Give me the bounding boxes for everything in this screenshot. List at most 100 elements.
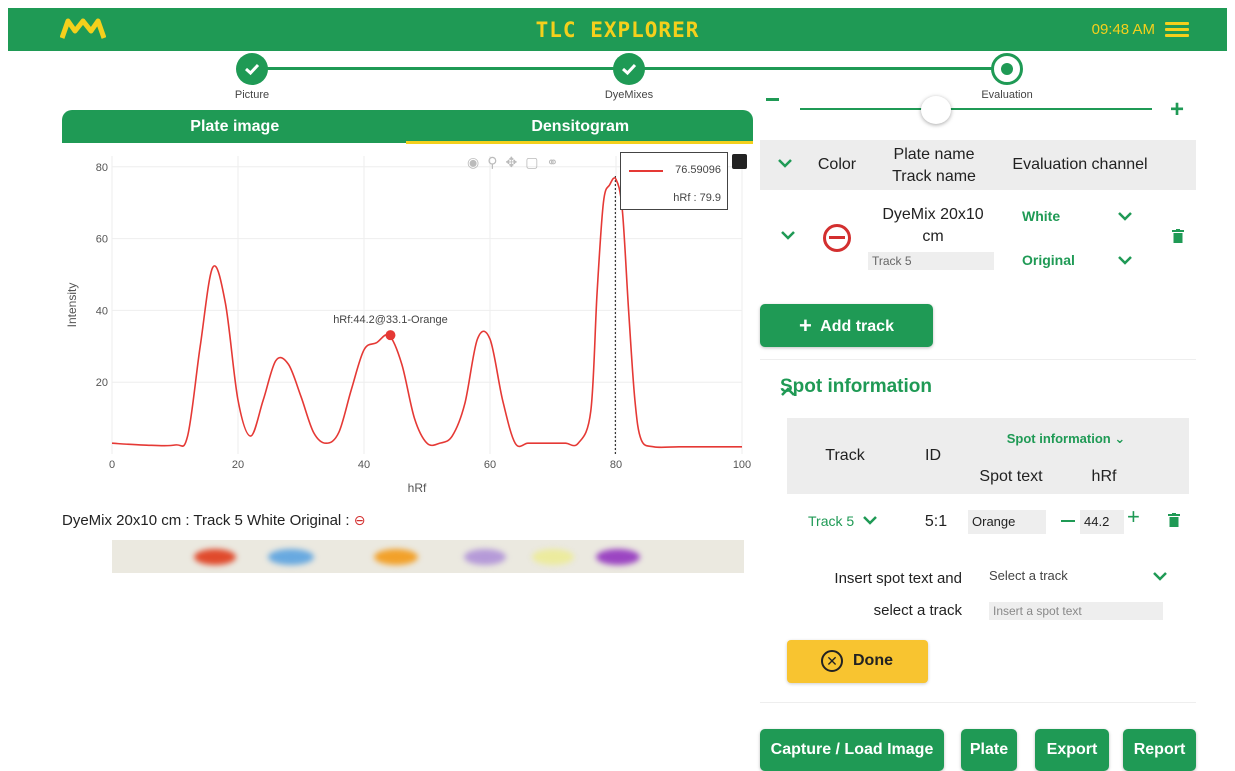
step-picture-check-icon[interactable] [236, 53, 268, 85]
trash-icon[interactable] [1172, 229, 1184, 243]
slider-plus-icon[interactable]: + [1170, 98, 1184, 122]
spot-information-select[interactable]: Spot information ⌄ [991, 429, 1141, 449]
plate-spot [374, 549, 418, 565]
add-track-button[interactable]: + Add track [760, 304, 933, 347]
divider [760, 702, 1196, 703]
hrf-increment-icon[interactable]: + [1127, 506, 1140, 528]
plate-spot [194, 549, 236, 565]
hover-tooltip: 76.59096 hRf : 79.9 [620, 152, 728, 210]
plate-spot [596, 549, 640, 565]
slider-thumb[interactable] [921, 96, 951, 124]
chevron-down-icon[interactable] [778, 158, 792, 168]
tab-plate-image[interactable]: Plate image [62, 110, 408, 143]
y-axis-label: Intensity [65, 283, 79, 328]
chevron-down-icon[interactable] [1118, 211, 1132, 221]
x-tick-label: 100 [733, 459, 751, 471]
spot-marker [385, 330, 396, 341]
y-tick-label: 80 [96, 162, 108, 174]
hrf-decrement-icon[interactable] [1061, 520, 1075, 522]
track-plate-name: DyeMix 20x10 cm [882, 206, 984, 245]
plus-icon: + [799, 313, 812, 338]
track-color-no-entry-icon[interactable] [823, 224, 851, 252]
capture-load-image-button[interactable]: Capture / Load Image [760, 729, 944, 771]
chevron-down-icon[interactable] [1118, 255, 1132, 265]
x-tick-label: 60 [484, 459, 496, 471]
densitogram-chart[interactable]: 0 20 40 60 80 100 20 40 60 80 hRf Intensity hRf:44.2… [62, 146, 762, 506]
zoom-icon[interactable]: ⚲ [487, 154, 497, 171]
column-header-track-name: Track name [892, 168, 976, 185]
trash-icon[interactable] [1168, 513, 1180, 527]
plate-spot [464, 549, 506, 565]
export-button[interactable]: Export [1035, 729, 1109, 771]
pan-icon[interactable]: ✥ [505, 154, 517, 171]
step-evaluation-current-icon[interactable] [991, 53, 1023, 85]
step-label-evaluation: Evaluation [981, 89, 1033, 101]
plate-button[interactable]: Plate [961, 729, 1017, 771]
chart-modebar: ◉ ⚲ ✥ ▢ ⚭ [467, 154, 558, 171]
plate-spot [532, 549, 574, 565]
track-name-input[interactable] [868, 252, 994, 270]
lasso-select-icon[interactable]: ⚭ [546, 154, 558, 171]
slider-track[interactable] [800, 108, 1152, 110]
x-axis-label: hRf [408, 481, 427, 495]
tab-densitogram[interactable]: Densitogram [408, 110, 754, 143]
step-label-dyemixes: DyeMixes [604, 89, 654, 101]
spot-id: 5:1 [924, 513, 948, 530]
cancel-circle-icon: ✕ [821, 650, 843, 672]
y-tick-label: 40 [96, 305, 108, 317]
spot-annotation: hRf:44.2@33.1-Orange [333, 314, 448, 326]
app-title: TLC EXPLORER [535, 18, 700, 42]
x-tick-label: 80 [610, 459, 622, 471]
x-tick-label: 40 [358, 459, 370, 471]
channel-select-value[interactable]: White [1022, 208, 1060, 224]
done-button[interactable]: ✕ Done [787, 640, 928, 683]
spot-information-title[interactable]: Spot information [780, 376, 932, 398]
add-track-label: Add track [820, 318, 894, 335]
spot-track-select[interactable]: Track 5 [808, 513, 854, 529]
slider-minus-icon[interactable] [766, 98, 779, 101]
column-header-spot-text: Spot text [979, 468, 1043, 485]
track-caption-text: DyeMix 20x10 cm : Track 5 White Original… [62, 512, 350, 529]
column-header-id: ID [925, 447, 941, 464]
active-tab-indicator [406, 141, 753, 144]
mode-select-value[interactable]: Original [1022, 252, 1075, 268]
insert-spot-label-2: select a track [873, 602, 962, 619]
hamburger-menu-icon[interactable] [1165, 22, 1189, 38]
done-label: Done [853, 652, 893, 669]
y-tick-label: 20 [96, 377, 108, 389]
chevron-down-icon[interactable] [863, 515, 877, 525]
report-button[interactable]: Report [1123, 729, 1196, 771]
track-table-header: Color Plate name Track name Evaluation c… [760, 140, 1196, 190]
select-track-dropdown[interactable]: Select a track [989, 568, 1068, 583]
x-tick-label: 0 [109, 459, 115, 471]
tooltip-line-swatch [629, 170, 663, 172]
spot-text-input[interactable]: Orange [968, 510, 1046, 534]
column-header-hrf: hRf [1091, 468, 1117, 485]
insert-spot-label-1: Insert spot text and [834, 570, 962, 587]
track-caption: DyeMix 20x10 cm : Track 5 White Original… [62, 512, 366, 529]
spot-information-select-label: Spot information [1006, 431, 1111, 446]
tooltip-hrf: hRf : 79.9 [673, 192, 721, 204]
spot-table-header: Track ID Spot information ⌄ Spot text hR… [787, 418, 1189, 494]
densitogram-series-line [111, 177, 742, 449]
plate-spot [268, 549, 314, 565]
hrf-input[interactable]: 44.2 [1080, 510, 1124, 534]
step-dyemixes-check-icon[interactable] [613, 53, 645, 85]
no-entry-icon: ⊖ [353, 512, 366, 528]
chevron-down-icon: ⌄ [1114, 431, 1126, 446]
step-label-picture: Picture [234, 89, 270, 101]
bar-chart-icon[interactable] [732, 154, 747, 169]
box-select-icon[interactable]: ▢ [525, 154, 538, 171]
column-header-color: Color [817, 156, 857, 173]
column-header-evaluation-channel: Evaluation channel [1012, 156, 1148, 173]
y-tick-label: 60 [96, 234, 108, 246]
column-header-plate-name: Plate name [893, 146, 975, 163]
column-header-track: Track [825, 447, 865, 464]
plate-strip-image [112, 540, 744, 573]
camera-icon[interactable]: ◉ [467, 154, 479, 171]
chevron-down-icon[interactable] [1153, 571, 1167, 581]
view-tabs: Plate image Densitogram [62, 110, 753, 143]
x-tick-label: 20 [232, 459, 244, 471]
spot-text-placeholder-input[interactable]: Insert a spot text [989, 602, 1163, 620]
chevron-down-icon[interactable] [781, 230, 795, 240]
